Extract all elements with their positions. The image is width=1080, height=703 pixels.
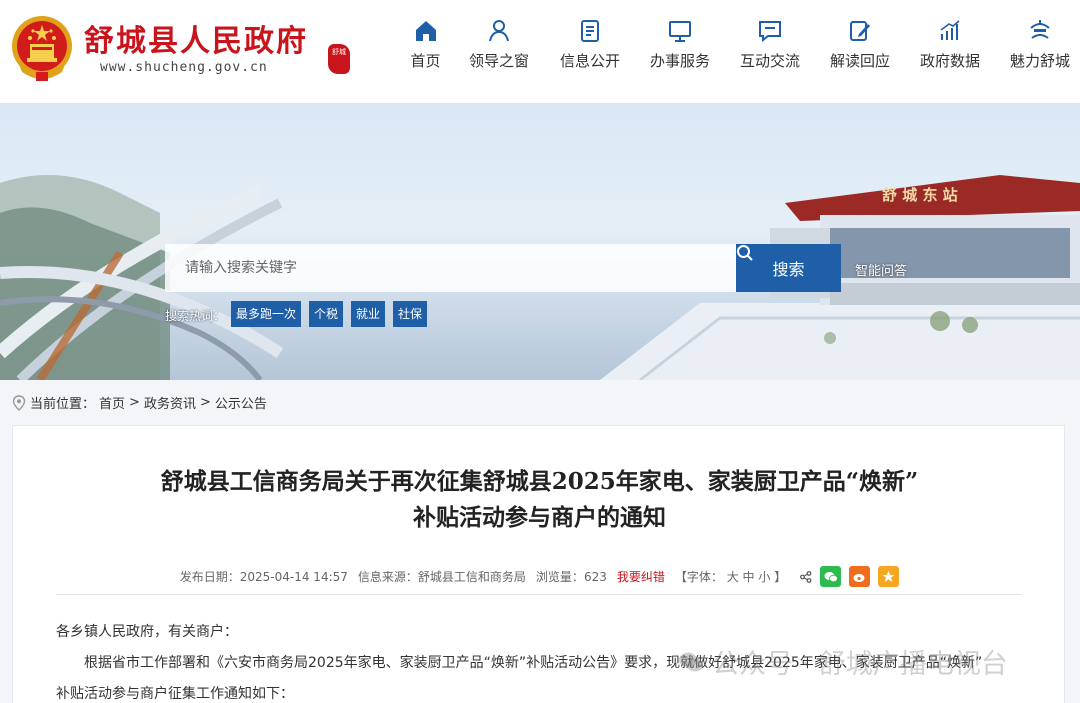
breadcrumb-home[interactable]: 首页 [99,393,125,412]
watermark: 公众号 · 舒城广播电视台 [678,642,1008,681]
document-icon [581,20,599,42]
chat-icon [759,21,781,43]
edit-icon [850,21,870,41]
source-value: 舒城县工信和商务局 [417,570,526,584]
landmark-icon [1030,20,1050,39]
home-icon [415,21,436,41]
national-emblem-icon[interactable] [10,14,74,84]
site-domain: www.shucheng.gov.cn [100,60,268,75]
meta-divider [56,594,1021,595]
font-size-medium[interactable]: 中 [743,570,755,584]
wechat-share-icon[interactable] [820,566,842,587]
wechat-watermark-icon [679,652,703,671]
seal-stamp: 舒城 [328,44,350,74]
hero-banner: 舒 城 东 站 搜索 智能问答 搜索热词： 最多跑一次 个税 就业 社保 [0,103,1080,380]
breadcrumb-news[interactable]: 政务资讯 [144,393,196,412]
monitor-icon [669,21,691,42]
nav-interaction[interactable]: 互动交流 [725,18,815,71]
font-size-label: 【字体： [674,570,723,584]
hot-tag[interactable]: 最多跑一次 [231,301,302,327]
article-meta: 发布日期：2025-04-14 14:57 信息来源：舒城县工信和商务局 浏览量… [13,566,1066,587]
hot-words-list: 最多跑一次 个税 就业 社保 [231,301,428,327]
search-icon [737,245,753,261]
nav-services[interactable]: 办事服务 [635,18,725,71]
nav-label: 魅力舒城 [1009,52,1070,70]
hot-tag[interactable]: 个税 [309,301,344,327]
article-salutation: 各乡镇人民政府，有关商户： [56,624,238,640]
nav-charm-shucheng[interactable]: 魅力舒城 [995,18,1080,71]
smart-qa-link[interactable]: 智能问答 [855,260,907,279]
main-nav: 首页 领导之窗 信息公开 办事服务 互动交流 解读回应 政府数据 魅力舒城 [398,18,1080,71]
article-title: 舒城县工信商务局关于再次征集舒城县2025年家电、家装厨卫产品“焕新” 补贴活动… [43,464,1036,536]
views-count: 623 [583,570,607,584]
watermark-text: 公众号 · 舒城广播电视台 [712,649,1008,680]
hot-tag[interactable]: 就业 [351,301,386,327]
nav-label: 首页 [410,52,441,70]
person-icon [489,20,509,42]
font-size-large[interactable]: 大 [727,570,739,584]
source-label: 信息来源： [357,570,418,584]
breadcrumb-separator: > [129,395,140,410]
chart-icon [940,20,960,40]
breadcrumb-prefix: 当前位置： [30,397,96,412]
article-paragraph-cont: 补贴活动参与商户征集工作通知如下： [56,686,294,702]
breadcrumb: 当前位置： 首页 > 政务资讯 > 公示公告 [12,393,267,412]
breadcrumb-separator: > [199,395,211,410]
qzone-share-icon[interactable] [878,566,900,587]
search-button-label: 搜索 [772,260,805,279]
publish-label: 发布日期： [179,570,240,584]
article-title-line1: 舒城县工信商务局关于再次征集舒城县2025年家电、家装厨卫产品“焕新” [160,468,919,495]
nav-label: 政府数据 [919,52,980,70]
site-title[interactable]: 舒城县人民政府 [84,16,308,60]
search-button[interactable]: 搜索 [736,244,841,292]
nav-leaders[interactable]: 领导之窗 [453,18,545,71]
nav-interpretation[interactable]: 解读回应 [815,18,905,71]
share-icon[interactable] [800,570,812,583]
font-size-small[interactable]: 小 [758,570,770,584]
banner-scene: 舒 城 东 站 [0,175,1080,380]
weibo-share-icon[interactable] [849,566,871,587]
location-pin-icon [12,394,26,411]
publish-date: 2025-04-14 14:57 [239,570,348,584]
hot-tag[interactable]: 社保 [393,301,428,327]
views-label: 浏览量： [535,570,584,584]
nav-label: 信息公开 [559,52,620,70]
font-size-close: 】 [774,570,787,584]
search-input[interactable] [165,244,736,292]
article-card: 舒城县工信商务局关于再次征集舒城县2025年家电、家装厨卫产品“焕新” 补贴活动… [12,425,1065,703]
article-title-line2: 补贴活动参与商户的通知 [413,504,666,531]
report-error-link[interactable]: 我要纠错 [617,568,665,585]
nav-label: 办事服务 [649,52,710,70]
site-header: 舒城县人民政府 www.shucheng.gov.cn 舒城 首页 领导之窗 信… [0,0,1080,103]
hot-words-label: 搜索热词： [165,309,226,323]
nav-gov-data[interactable]: 政府数据 [905,18,995,71]
nav-home[interactable]: 首页 [398,18,453,71]
nav-info-disclosure[interactable]: 信息公开 [545,18,635,71]
station-sign: 舒 城 东 站 [882,186,958,204]
nav-label: 解读回应 [829,52,890,70]
nav-label: 互动交流 [739,52,800,70]
breadcrumb-notices[interactable]: 公示公告 [215,393,267,412]
nav-label: 领导之窗 [468,52,529,70]
share-buttons [800,566,900,587]
